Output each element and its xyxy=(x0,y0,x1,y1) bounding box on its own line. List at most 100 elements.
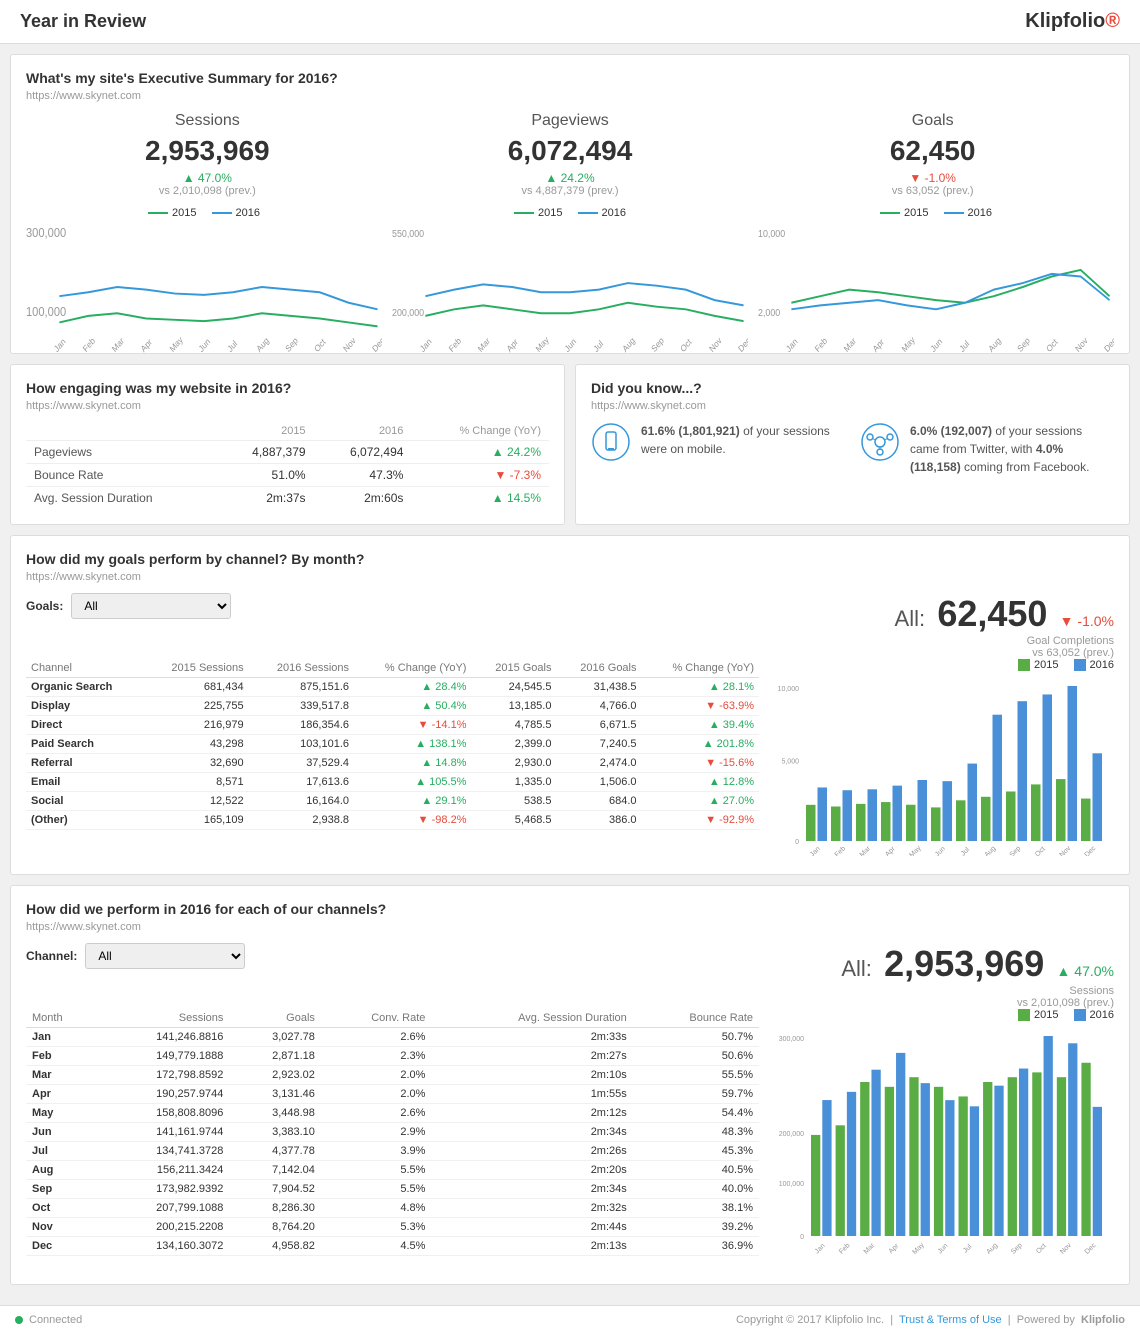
goals: 2,923.02 xyxy=(229,1066,321,1085)
bar-2015 xyxy=(881,802,891,841)
channel-name: (Other) xyxy=(26,811,143,830)
table-row: Aug 156,211.3424 7,142.04 5.5% 2m:20s 40… xyxy=(26,1161,759,1180)
svg-text:Oct: Oct xyxy=(1034,846,1047,856)
engagement-col-2016: 2016 xyxy=(314,422,412,441)
g2015: 538.5 xyxy=(471,792,556,811)
svg-text:Sep: Sep xyxy=(1010,1242,1024,1256)
pageviews-change-arrow: ▲ xyxy=(545,171,557,185)
g-legend-blue xyxy=(944,212,964,214)
sessions: 141,246.8816 xyxy=(97,1028,229,1047)
s2015: 8,571 xyxy=(143,773,248,792)
g2016: 386.0 xyxy=(556,811,641,830)
goals-summary-change: ▼ -1.0% xyxy=(1060,613,1114,629)
bounce: 50.6% xyxy=(633,1047,759,1066)
month: Nov xyxy=(26,1218,97,1237)
bar-2016 xyxy=(868,790,878,842)
duration: 2m:34s xyxy=(431,1180,632,1199)
col-s2015: 2015 Sessions xyxy=(143,659,248,678)
page-title: Year in Review xyxy=(20,11,146,32)
month-col: Month xyxy=(26,1009,97,1028)
svg-text:Feb: Feb xyxy=(447,335,463,354)
goals-dropdown[interactable]: All xyxy=(71,593,231,619)
s2016: 17,613.6 xyxy=(249,773,354,792)
svg-text:Mar: Mar xyxy=(842,335,858,354)
goals-channel-url: https://www.skynet.com xyxy=(26,571,1114,583)
channel-name: Display xyxy=(26,697,143,716)
svg-text:Oct: Oct xyxy=(678,336,693,354)
goals-change-arrow: ▼ xyxy=(909,171,921,185)
metric-change: ▲ 24.2% xyxy=(411,441,549,464)
svg-text:Jun: Jun xyxy=(929,336,945,354)
goals-summary-prefix: All: 62,450 ▼ -1.0% xyxy=(895,593,1114,635)
goals-change: ▼ -1.0% xyxy=(761,171,1104,185)
channel-dropdown[interactable]: All xyxy=(85,943,245,969)
channel-perf-url: https://www.skynet.com xyxy=(26,921,1114,933)
g2016: 7,240.5 xyxy=(556,735,641,754)
s2016: 339,517.8 xyxy=(249,697,354,716)
svg-text:Nov: Nov xyxy=(1059,845,1073,856)
svg-text:Aug: Aug xyxy=(984,845,998,856)
g-legend-2015: 2015 xyxy=(880,207,928,219)
table-row: Mar 172,798.8592 2,923.02 2.0% 2m:10s 55… xyxy=(26,1066,759,1085)
legend-2015: 2015 xyxy=(148,207,196,219)
metric-name: Pageviews xyxy=(26,441,216,464)
goals-line-chart: 10,000 2,000 Jan Feb Mar Apr May Jun Jul… xyxy=(758,224,1114,355)
bar-2016 xyxy=(1093,754,1103,842)
pv-legend-green xyxy=(514,212,534,214)
sc: ▼ -14.1% xyxy=(354,716,471,735)
goals-legend: 2015 2016 xyxy=(758,207,1114,219)
svg-text:2,000: 2,000 xyxy=(758,307,781,319)
svg-text:Oct: Oct xyxy=(1035,1243,1048,1256)
sessions-prev: vs 2,010,098 (prev.) xyxy=(36,185,379,197)
sc: ▲ 138.1% xyxy=(354,735,471,754)
channel-bar-chart-wrap: 2015 2016 300,000200,000100,0000JanFebMa… xyxy=(774,1009,1114,1269)
svg-text:100,000: 100,000 xyxy=(779,1181,804,1188)
goals-summary-completions: Goal Completions xyxy=(895,635,1114,647)
bounce-col: Bounce Rate xyxy=(633,1009,759,1028)
goals-bar-chart-wrap: 2015 2016 10,0005,0000JanFebMarAprMayJun… xyxy=(774,659,1114,859)
ch-bar-legend-2015: 2015 xyxy=(1018,1009,1058,1021)
gc: ▼ -15.6% xyxy=(642,754,760,773)
sessions: 158,808.8096 xyxy=(97,1104,229,1123)
table-row: Display 225,755 339,517.8 ▲ 50.4% 13,185… xyxy=(26,697,759,716)
svg-text:Jan: Jan xyxy=(418,336,434,354)
conv-col: Conv. Rate xyxy=(321,1009,432,1028)
svg-text:May: May xyxy=(534,334,551,354)
footer-trust-link[interactable]: Trust & Terms of Use xyxy=(899,1314,1002,1326)
goals-prev: vs 63,052 (prev.) xyxy=(761,185,1104,197)
table-row: Organic Search 681,434 875,151.6 ▲ 28.4%… xyxy=(26,678,759,697)
bar-legend-2016: 2016 xyxy=(1074,659,1114,671)
svg-text:Mar: Mar xyxy=(476,335,492,354)
g2016: 31,438.5 xyxy=(556,678,641,697)
table-row: Nov 200,215.2208 8,764.20 5.3% 2m:44s 39… xyxy=(26,1218,759,1237)
goals-header: Goals: All All: 62,450 ▼ -1.0% Goal Comp… xyxy=(26,593,1114,659)
bounce: 36.9% xyxy=(633,1237,759,1256)
channel-header: Channel: All All: 2,953,969 ▲ 47.0% Sess… xyxy=(26,943,1114,1009)
svg-text:Jun: Jun xyxy=(563,336,579,354)
table-row: (Other) 165,109 2,938.8 ▼ -98.2% 5,468.5… xyxy=(26,811,759,830)
ch-bar-green-swatch xyxy=(1018,1009,1030,1021)
pageviews-legend: 2015 2016 xyxy=(392,207,748,219)
col-gc: % Change (YoY) xyxy=(642,659,760,678)
bar-2015 xyxy=(956,801,966,842)
g2015: 5,468.5 xyxy=(471,811,556,830)
svg-text:Apr: Apr xyxy=(139,336,154,354)
gc: ▲ 39.4% xyxy=(642,716,760,735)
ch-bar-2015 xyxy=(811,1135,820,1236)
engagement-col-metric xyxy=(26,422,216,441)
svg-text:0: 0 xyxy=(800,1234,804,1241)
legend-green-line xyxy=(148,212,168,214)
sessions: 149,779.1888 xyxy=(97,1047,229,1066)
gc: ▲ 201.8% xyxy=(642,735,760,754)
svg-text:Oct: Oct xyxy=(312,336,327,354)
sessions-value: 2,953,969 xyxy=(36,135,379,167)
month: Jan xyxy=(26,1028,97,1047)
exec-summary-metrics: Sessions 2,953,969 ▲ 47.0% vs 2,010,098 … xyxy=(26,112,1114,197)
month: Sep xyxy=(26,1180,97,1199)
s2016: 37,529.4 xyxy=(249,754,354,773)
metric-change: ▲ 14.5% xyxy=(411,487,549,510)
s2016: 16,164.0 xyxy=(249,792,354,811)
channel-bar-legend: 2015 2016 xyxy=(774,1009,1114,1021)
table-row: Referral 32,690 37,529.4 ▲ 14.8% 2,930.0… xyxy=(26,754,759,773)
duration-col: Avg. Session Duration xyxy=(431,1009,632,1028)
